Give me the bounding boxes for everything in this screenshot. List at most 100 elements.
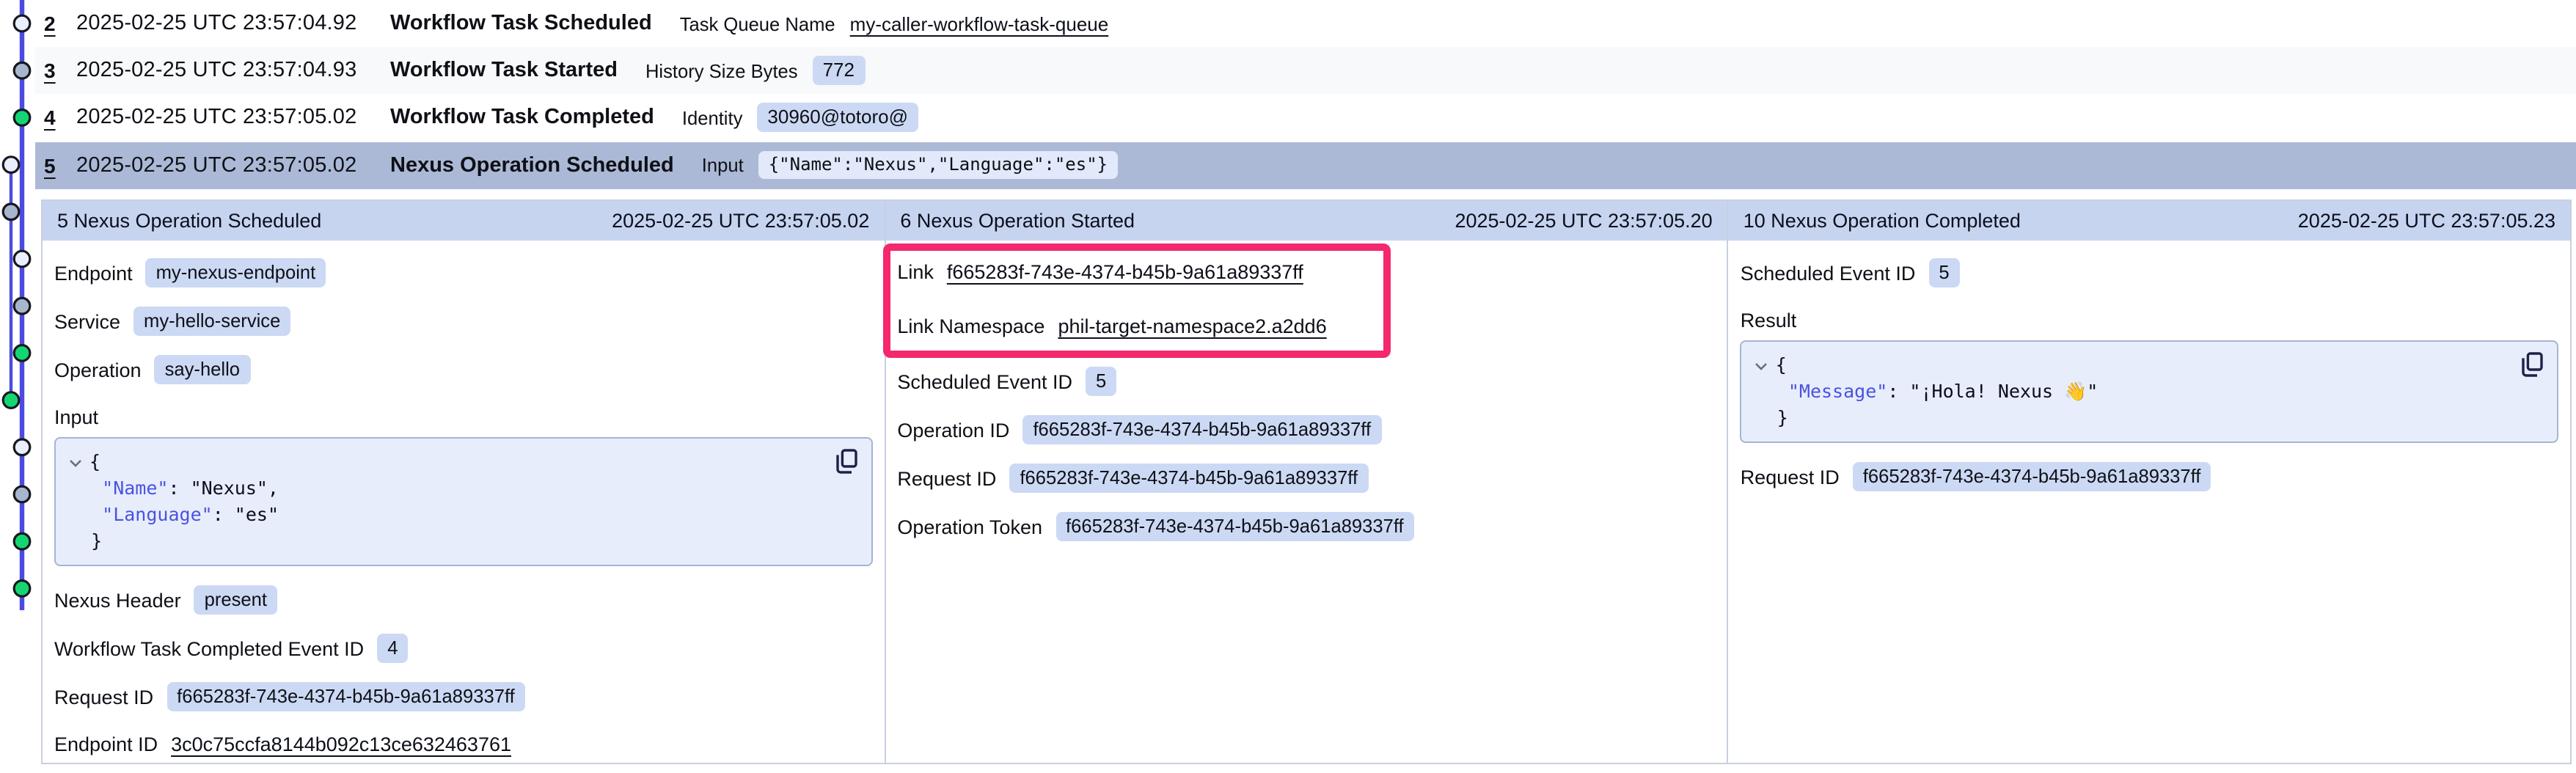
json-text: : "Nexus", — [168, 477, 279, 499]
timeline-dot-scheduled[interactable] — [14, 251, 30, 267]
event-number-link[interactable]: 3 — [44, 59, 76, 83]
event-row[interactable]: 52025-02-25 UTC 23:57:05.02Nexus Operati… — [35, 142, 2576, 188]
timeline-dot-started[interactable] — [14, 298, 30, 314]
timeline-dot-completed[interactable] — [14, 345, 30, 362]
detail-field: Operation say-hello — [54, 355, 872, 384]
event-name: Workflow Task Completed — [390, 106, 654, 130]
detail-field: Link f665283f-743e-4374-b45b-9a61a89337ff — [897, 258, 1715, 286]
collapse-chevron-icon[interactable] — [69, 449, 82, 475]
detail-field: Operation IDf665283f-743e-4374-b45b-9a61… — [897, 415, 1715, 444]
event-detail-panel: 5 Nexus Operation Scheduled2025-02-25 UT… — [43, 201, 884, 763]
json-text: : "¡Hola! Nexus 👋" — [1887, 380, 2098, 402]
attribute-value-badge: {"Name":"Nexus","Language":"es"} — [758, 151, 1118, 179]
timeline-dot-started[interactable] — [3, 204, 19, 220]
attribute-label: Result — [1741, 309, 1797, 331]
event-name: Nexus Operation Scheduled — [390, 153, 674, 177]
event-row[interactable]: 42025-02-25 UTC 23:57:05.02Workflow Task… — [35, 95, 2576, 142]
attribute-value-badge: f665283f-743e-4374-b45b-9a61a89337ff — [1009, 464, 1368, 493]
event-timestamp: 2025-02-25 UTC 23:57:04.93 — [76, 59, 390, 83]
event-timeline-graph — [0, 0, 38, 773]
attribute-label: Link — [897, 261, 934, 283]
json-key: "Name" — [102, 477, 168, 499]
attribute-label: Endpoint ID — [54, 733, 158, 755]
attribute-value-badge: f665283f-743e-4374-b45b-9a61a89337ff — [1055, 512, 1414, 541]
attribute-value-badge: f665283f-743e-4374-b45b-9a61a89337ff — [1022, 415, 1381, 444]
attribute-value-badge: present — [194, 585, 277, 615]
attribute-value-link[interactable]: 3c0c75ccfa8144b092c13ce632463761 — [171, 733, 511, 755]
json-text — [69, 503, 102, 525]
panel-title: 6 Nexus Operation Started — [900, 210, 1135, 232]
attribute-label: History Size Bytes — [645, 60, 798, 82]
json-line: "Message": "¡Hola! Nexus 👋" — [1755, 378, 2513, 405]
detail-field: Request ID f665283f-743e-4374-b45b-9a61a8… — [1741, 462, 2558, 491]
attribute-label: Link Namespace — [897, 315, 1044, 337]
panel-body: Endpointmy-nexus-endpointServicemy-hello… — [43, 241, 884, 758]
json-line: } — [1755, 405, 2513, 431]
event-row[interactable]: 32025-02-25 UTC 23:57:04.93Workflow Task… — [35, 47, 2576, 94]
attribute-value-link[interactable]: f665283f-743e-4374-b45b-9a61a89337ff — [947, 261, 1303, 283]
json-line: { — [69, 449, 827, 475]
timeline-dot-completed[interactable] — [3, 392, 19, 409]
attribute-label: Request ID — [1741, 466, 1840, 488]
attribute-value-link[interactable]: phil-target-namespace2.a2dd6 — [1058, 315, 1326, 337]
timeline-dot-started[interactable] — [14, 62, 30, 78]
detail-field: Operation Tokenf665283f-743e-4374-b45b-9… — [897, 512, 1715, 541]
detail-field: Workflow Task Completed Event ID 4 — [54, 634, 872, 663]
event-number-link[interactable]: 2 — [44, 12, 76, 35]
attribute-label: Service — [54, 310, 120, 332]
temporal-event-history-screen: 22025-02-25 UTC 23:57:04.92Workflow Task… — [0, 0, 2576, 773]
attribute-value-badge: my-nexus-endpoint — [146, 258, 326, 287]
event-number-link[interactable]: 5 — [44, 153, 76, 177]
panel-timestamp: 2025-02-25 UTC 23:57:05.23 — [2298, 210, 2555, 232]
attribute-label: Request ID — [54, 686, 153, 708]
json-text: { — [1776, 353, 1787, 375]
attribute-value-badge: f665283f-743e-4374-b45b-9a61a89337ff — [1853, 462, 2211, 491]
copy-button[interactable] — [835, 449, 857, 474]
detail-field: Endpoint ID 3c0c75ccfa8144b092c13ce632463… — [54, 730, 872, 758]
collapse-chevron-icon[interactable] — [1755, 352, 1768, 378]
timeline-dot-completed[interactable] — [14, 533, 30, 549]
detail-field: Input — [54, 403, 872, 431]
copy-button[interactable] — [2522, 352, 2544, 377]
json-line: "Name": "Nexus", — [69, 475, 827, 502]
timeline-dot-scheduled[interactable] — [14, 15, 30, 32]
detail-field: Result — [1741, 307, 2558, 334]
attribute-value-badge: say-hello — [155, 355, 250, 384]
json-text: { — [89, 450, 100, 472]
attribute-label: Endpoint — [54, 262, 133, 284]
event-timestamp: 2025-02-25 UTC 23:57:05.02 — [76, 153, 390, 177]
detail-field: Endpoint my-nexus-endpoint — [54, 258, 872, 287]
attribute-label: Request ID — [897, 467, 996, 489]
json-viewer: { "Name": "Nexus", "Language": "es" } — [54, 437, 872, 566]
timeline-dot-scheduled[interactable] — [3, 157, 19, 173]
timeline-dot-scheduled[interactable] — [14, 439, 30, 455]
json-text: } — [69, 530, 102, 552]
json-line: { — [1755, 352, 2513, 378]
panel-header: 6 Nexus Operation Started 2025-02-25 UTC … — [885, 201, 1727, 241]
attribute-label: Identity — [682, 107, 743, 129]
panel-body: Scheduled Event ID5Result{ "Message": "¡… — [1729, 241, 2570, 491]
json-text — [69, 477, 102, 499]
copy-icon — [835, 449, 857, 474]
json-text: : "es" — [213, 503, 279, 525]
json-line: "Language": "es" — [69, 502, 827, 528]
detail-field: Request ID f665283f-743e-4374-b45b-9a61a8… — [897, 464, 1715, 493]
timeline-dot-completed[interactable] — [14, 110, 30, 126]
attribute-value-badge: f665283f-743e-4374-b45b-9a61a89337ff — [167, 682, 525, 711]
attribute-value-link[interactable]: my-caller-workflow-task-queue — [850, 12, 1109, 34]
attribute-value-badge: 30960@totoro@ — [757, 103, 918, 133]
attribute-label: Workflow Task Completed Event ID — [54, 637, 364, 659]
event-number-link[interactable]: 4 — [44, 106, 76, 130]
attribute-label: Operation — [54, 359, 142, 381]
event-row[interactable]: 22025-02-25 UTC 23:57:04.92Workflow Task… — [35, 0, 2576, 47]
timeline-dot-completed[interactable] — [14, 581, 30, 597]
timeline-dot-started[interactable] — [14, 486, 30, 502]
panel-title: 10 Nexus Operation Completed — [1743, 210, 2021, 232]
attribute-value-badge: 4 — [377, 634, 408, 663]
json-text: } — [1755, 406, 1788, 428]
attribute-value-badge: 5 — [1928, 258, 1959, 287]
json-key: "Language" — [102, 503, 213, 525]
event-name: Workflow Task Scheduled — [390, 12, 652, 35]
detail-field: Scheduled Event ID5 — [897, 367, 1715, 396]
panel-timestamp: 2025-02-25 UTC 23:57:05.20 — [1455, 210, 1712, 232]
